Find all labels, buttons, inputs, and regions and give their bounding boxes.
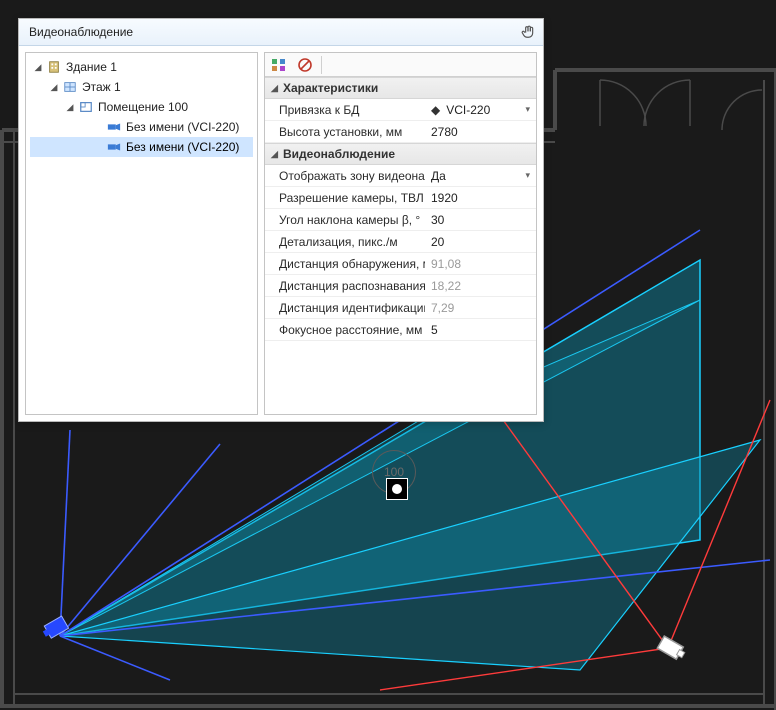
property-value[interactable]: 91,08 [425, 253, 536, 274]
building-icon [46, 59, 62, 75]
property-row[interactable]: Дистанция распознавания, м 18,22 [265, 275, 536, 297]
chevron-down-icon[interactable]: ▾ [525, 104, 530, 115]
video-surveillance-panel: Видеонаблюдение ◢ Здание 1 ◢ Этаж 1 ◢ Помещен… [18, 18, 544, 422]
property-value-text: 2780 [431, 125, 458, 139]
property-value[interactable]: Да ▾ [425, 165, 536, 186]
property-name: Высота установки, мм [265, 121, 425, 142]
diamond-icon: ◆ [431, 103, 440, 117]
tree-item-label: Здание 1 [66, 60, 117, 74]
property-row[interactable]: Фокусное расстояние, мм 5 [265, 319, 536, 341]
property-name: Дистанция распознавания, м [265, 275, 425, 296]
tree-pane[interactable]: ◢ Здание 1 ◢ Этаж 1 ◢ Помещение 100 Без имени … [25, 52, 258, 415]
property-value[interactable]: 20 [425, 231, 536, 252]
property-row[interactable]: Дистанция идентификации, м 7,29 [265, 297, 536, 319]
property-value-text: 91,08 [431, 257, 461, 271]
property-value-text: 18,22 [431, 279, 461, 293]
tree-item-3[interactable]: Без имени (VCI-220) [30, 117, 253, 137]
property-name: Фокусное расстояние, мм [265, 319, 425, 340]
property-toolbar [265, 53, 536, 77]
sort-icon[interactable] [295, 55, 315, 75]
property-grid[interactable]: ◢ХарактеристикиПривязка к БД◆VCI-220▾Выс… [265, 77, 536, 414]
property-value[interactable]: ◆ VCI-220 ▾ [425, 99, 536, 120]
property-name: Разрешение камеры, ТВЛ [265, 187, 425, 208]
property-value[interactable]: 2780 [425, 121, 536, 142]
property-value-text: 7,29 [431, 301, 454, 315]
camera-icon [106, 139, 122, 155]
property-value[interactable]: 7,29 [425, 297, 536, 318]
property-name: Угол наклона камеры β, ° [265, 209, 425, 230]
room-icon [78, 99, 94, 115]
categorize-icon[interactable] [269, 55, 289, 75]
tree-toggle-icon[interactable]: ◢ [32, 62, 44, 73]
property-row[interactable]: Привязка к БД ◆ VCI-220 ▾ [265, 99, 536, 121]
property-name: Привязка к БД [265, 99, 425, 120]
chevron-down-icon: ◢ [271, 83, 283, 94]
property-row[interactable]: Дистанция обнаружения, м 91,08 [265, 253, 536, 275]
floor-icon [62, 79, 78, 95]
property-value-text: 5 [431, 323, 438, 337]
camera-marker-right[interactable] [657, 636, 687, 661]
tree-item-label: Без имени (VCI-220) [126, 120, 239, 134]
property-name: Дистанция идентификации, м [265, 297, 425, 318]
property-pane: ◢ХарактеристикиПривязка к БД◆VCI-220▾Выс… [264, 52, 537, 415]
property-value[interactable]: 1920 [425, 187, 536, 208]
tree-item-4[interactable]: Без имени (VCI-220) [30, 137, 253, 157]
panel-header[interactable]: Видеонаблюдение [19, 19, 543, 46]
tree-toggle-icon[interactable]: ◢ [48, 82, 60, 93]
property-row[interactable]: Отображать зону видеонабл... Да ▾ [265, 165, 536, 187]
tree-toggle-icon[interactable]: ◢ [64, 102, 76, 113]
property-value-text: 1920 [431, 191, 458, 205]
category-title: Видеонаблюдение [283, 147, 395, 161]
tree-item-label: Без имени (VCI-220) [126, 140, 239, 154]
tree-item-label: Этаж 1 [82, 80, 121, 94]
property-name: Дистанция обнаружения, м [265, 253, 425, 274]
property-value-text: 20 [431, 235, 444, 249]
property-category[interactable]: ◢Видеонаблюдение [265, 143, 536, 165]
property-value[interactable]: 30 [425, 209, 536, 230]
property-name: Отображать зону видеонабл... [265, 165, 425, 186]
property-row[interactable]: Угол наклона камеры β, ° 30 [265, 209, 536, 231]
property-name: Детализация, пикс./м [265, 231, 425, 252]
toolbar-divider [321, 56, 322, 74]
tree-item-1[interactable]: ◢ Этаж 1 [30, 77, 253, 97]
hand-cursor-icon[interactable] [519, 23, 537, 41]
chevron-down-icon[interactable]: ▾ [525, 170, 530, 181]
center-point-marker[interactable] [386, 478, 408, 500]
property-row[interactable]: Детализация, пикс./м 20 [265, 231, 536, 253]
chevron-down-icon: ◢ [271, 149, 283, 160]
tree-item-label: Помещение 100 [98, 100, 188, 114]
room-number-text: 100 [384, 465, 404, 479]
camera-icon [106, 119, 122, 135]
panel-title: Видеонаблюдение [29, 25, 133, 39]
category-title: Характеристики [283, 81, 378, 95]
property-row[interactable]: Разрешение камеры, ТВЛ 1920 [265, 187, 536, 209]
property-value-text: Да [431, 169, 446, 183]
tree-item-2[interactable]: ◢ Помещение 100 [30, 97, 253, 117]
tree-item-0[interactable]: ◢ Здание 1 [30, 57, 253, 77]
property-value-text: 30 [431, 213, 444, 227]
property-value[interactable]: 5 [425, 319, 536, 340]
property-category[interactable]: ◢Характеристики [265, 77, 536, 99]
property-value[interactable]: 18,22 [425, 275, 536, 296]
property-row[interactable]: Высота установки, мм 2780 [265, 121, 536, 143]
property-value-text: VCI-220 [446, 103, 490, 117]
